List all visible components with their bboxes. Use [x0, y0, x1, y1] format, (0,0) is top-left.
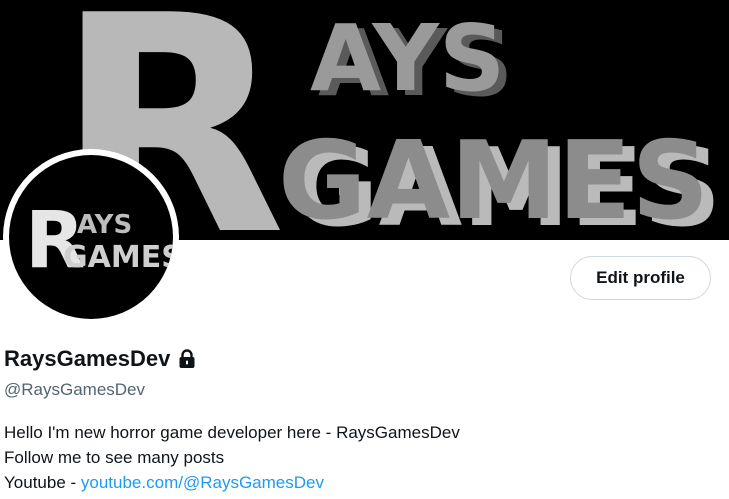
banner-logo-line1: AYS	[310, 5, 505, 112]
display-name: RaysGamesDev	[4, 346, 171, 371]
profile-handle: @RaysGamesDev	[4, 380, 146, 399]
profile-name-row: RaysGamesDev	[4, 346, 196, 372]
bio-line-3: Youtube - youtube.com/@RaysGamesDev	[4, 470, 460, 495]
bio-line-2: Follow me to see many posts	[4, 448, 225, 467]
bio-line-3-prefix: Youtube -	[4, 473, 81, 492]
avatar-logo: R AYS GAMES	[25, 196, 173, 286]
avatar-logo-line2: GAMES	[63, 240, 173, 275]
banner-logo-line2: GAMES	[278, 119, 709, 240]
bio-line-1: Hello I'm new horror game developer here…	[4, 423, 460, 442]
avatar[interactable]: R AYS GAMES	[3, 149, 179, 325]
avatar-image: R AYS GAMES	[9, 155, 173, 319]
profile-bio: Hello I'm new horror game developer here…	[4, 420, 460, 495]
avatar-logo-line1: AYS	[77, 210, 132, 240]
edit-profile-button[interactable]: Edit profile	[570, 256, 711, 300]
youtube-link[interactable]: youtube.com/@RaysGamesDev	[81, 473, 324, 492]
lock-icon	[178, 349, 196, 369]
